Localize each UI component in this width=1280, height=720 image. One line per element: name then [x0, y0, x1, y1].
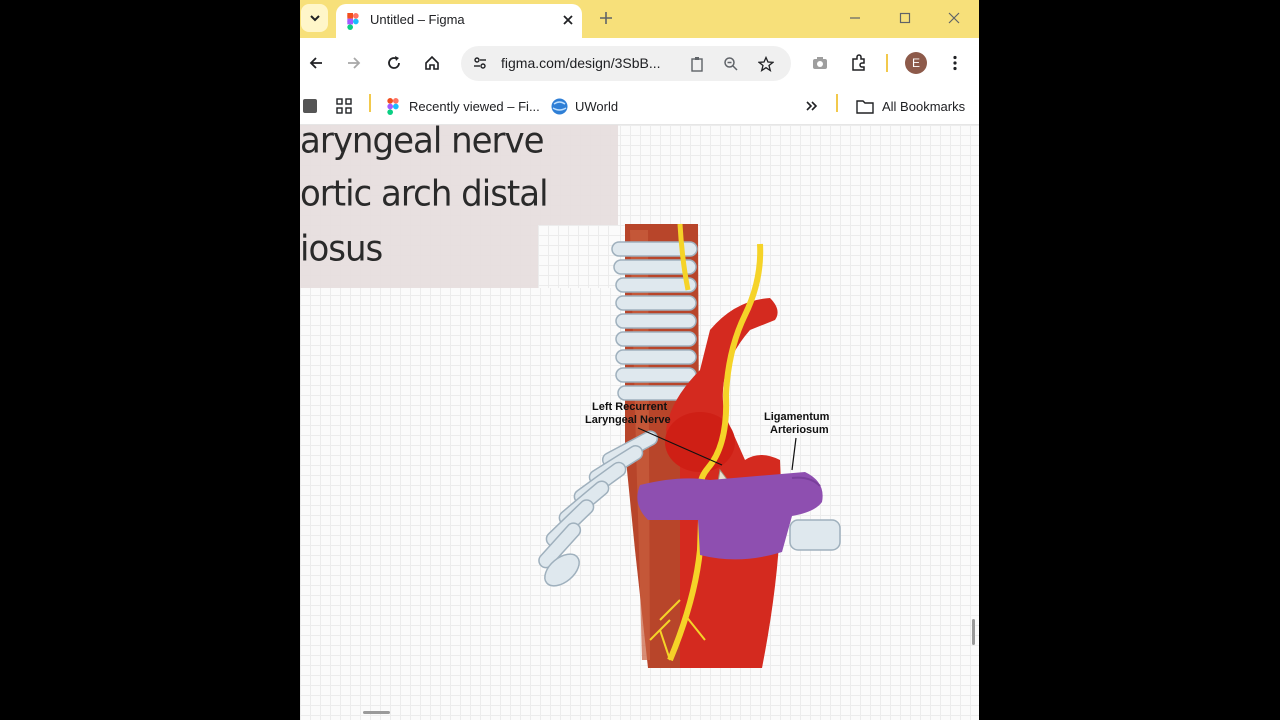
url-text[interactable]: figma.com/design/3SbB... [501, 55, 661, 71]
zoom-icon [724, 57, 738, 71]
horizontal-scrollbar[interactable] [363, 711, 390, 714]
label-line-right [791, 437, 797, 471]
minimize-button[interactable] [844, 8, 866, 28]
extensions-button[interactable] [848, 52, 870, 74]
zoom-button[interactable] [720, 53, 742, 75]
menu-button[interactable] [944, 52, 966, 74]
note-text-line-3: iosus [300, 228, 383, 270]
more-bookmarks-button[interactable] [806, 96, 818, 116]
note-text-line-2: ortic arch distal [300, 173, 549, 215]
puzzle-icon [852, 54, 865, 71]
minimize-icon [850, 17, 860, 19]
figma-canvas[interactable]: aryngeal nerve ortic arch distal iosus L… [300, 120, 979, 720]
forward-button[interactable] [343, 52, 365, 74]
plus-icon [600, 12, 612, 24]
uworld-globe-icon [551, 98, 568, 114]
bookmark-star-button[interactable] [755, 53, 777, 75]
screenshot-button[interactable] [809, 52, 831, 74]
all-bookmarks-button[interactable]: All Bookmarks [856, 96, 965, 116]
toolbar-divider [886, 54, 888, 72]
label-ligamentum-1: Ligamentum [764, 411, 830, 423]
address-bar[interactable]: figma.com/design/3SbB... [461, 46, 791, 81]
close-icon [948, 12, 960, 24]
tune-icon [474, 57, 486, 69]
camera-icon [813, 57, 827, 69]
note-text-line-1: aryngeal nerve [300, 120, 545, 162]
back-button[interactable] [305, 52, 327, 74]
apps-button[interactable] [336, 96, 352, 116]
tab-title: Untitled – Figma [370, 12, 465, 27]
bookmarks-divider [836, 94, 838, 112]
toolbar: figma.com/design/3SbB... E [300, 38, 979, 88]
close-tab-button[interactable] [559, 11, 577, 29]
label-left-recurrent-1: Left Recurrent [592, 401, 668, 413]
browser-window: Untitled – Figma figma.com/design/3SbB..… [300, 0, 979, 720]
label-ligamentum-2: Arteriosum [770, 424, 829, 436]
arrow-left-icon [309, 57, 322, 69]
clipboard-button[interactable] [686, 53, 708, 75]
profile-avatar[interactable]: E [905, 52, 927, 74]
close-icon [563, 15, 573, 25]
double-chevron-right-icon [806, 101, 818, 111]
title-bar: Untitled – Figma [300, 0, 979, 38]
chevron-down-icon [309, 15, 320, 22]
site-info-button[interactable] [469, 52, 491, 74]
square-icon [303, 99, 317, 113]
bookmark-square[interactable] [303, 96, 317, 116]
bookmark-label: Recently viewed – Fi... [409, 98, 540, 114]
close-window-button[interactable] [943, 8, 965, 28]
new-tab-button[interactable] [596, 8, 616, 28]
figma-icon [347, 13, 359, 30]
bookmark-recently-viewed[interactable]: Recently viewed – Fi... [387, 96, 540, 116]
vertical-scrollbar[interactable] [972, 619, 975, 645]
home-button[interactable] [421, 52, 443, 74]
maximize-icon [899, 12, 911, 24]
maximize-button[interactable] [894, 8, 916, 28]
star-icon [758, 56, 774, 72]
home-icon [425, 55, 439, 70]
reload-button[interactable] [383, 52, 405, 74]
reload-icon [388, 56, 400, 69]
arrow-right-icon [348, 57, 361, 69]
bookmark-label: UWorld [575, 98, 619, 114]
label-left-recurrent-2: Laryngeal Nerve [585, 414, 671, 426]
tab-search-button[interactable] [301, 4, 328, 32]
right-bronchus [789, 519, 841, 551]
anatomy-diagram[interactable]: Left Recurrent Laryngeal Nerve Ligamentu… [530, 220, 860, 680]
bookmarks-divider [369, 94, 371, 112]
bookmark-uworld[interactable]: UWorld [551, 96, 618, 116]
figma-icon [387, 97, 399, 115]
apps-grid-icon [336, 98, 352, 114]
tab-figma[interactable]: Untitled – Figma [336, 4, 582, 38]
more-vert-icon [953, 55, 957, 71]
all-bookmarks-label: All Bookmarks [882, 98, 966, 114]
folder-icon [856, 99, 874, 114]
clipboard-icon [691, 57, 703, 72]
